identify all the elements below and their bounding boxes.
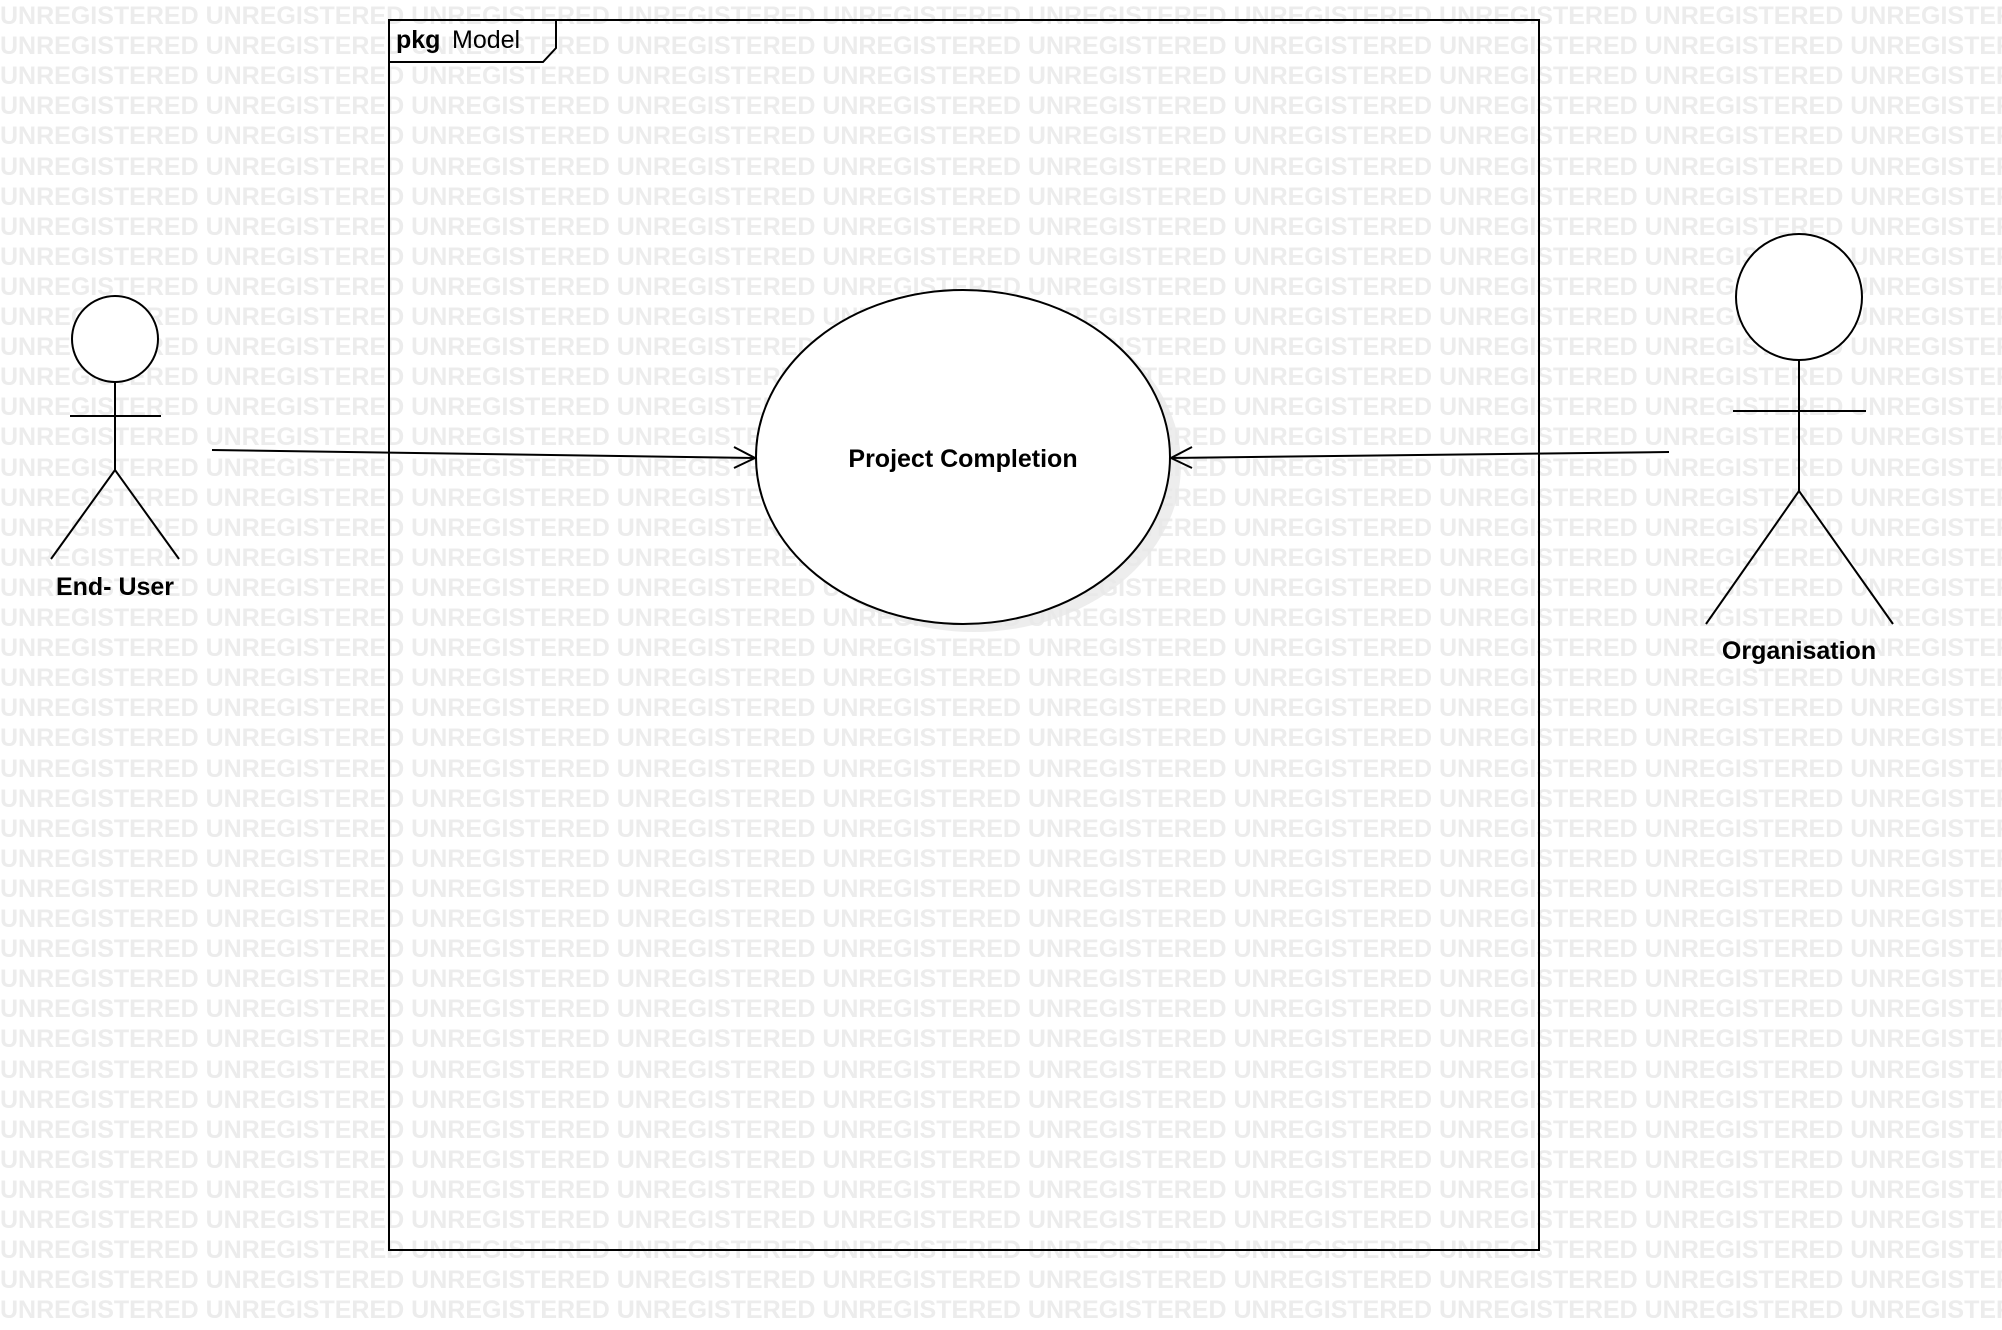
- association-end-user[interactable]: [211, 446, 758, 469]
- actor-organisation[interactable]: Organisation: [1705, 233, 1894, 665]
- actor-label: End- User: [56, 573, 174, 601]
- actor-head: [71, 295, 159, 383]
- package-name: Model: [452, 26, 520, 54]
- use-case-label: Project Completion: [848, 445, 1077, 473]
- actor-left-leg: [1705, 490, 1800, 625]
- package-keyword: pkg: [396, 26, 440, 54]
- use-case-project-completion[interactable]: Project Completion: [755, 289, 1181, 632]
- actor-left-leg: [50, 469, 116, 560]
- actor-right-leg: [1798, 490, 1894, 625]
- actor-right-leg: [114, 469, 180, 560]
- actor-label: Organisation: [1722, 637, 1876, 665]
- use-case-diagram: pkg Model Project Completion End- User O…: [50, 19, 1894, 1251]
- actor-end-user[interactable]: End- User: [50, 295, 180, 601]
- actor-head: [1735, 233, 1863, 361]
- package-frame[interactable]: pkg Model: [388, 19, 1540, 1251]
- association-organisation[interactable]: [1168, 446, 1670, 469]
